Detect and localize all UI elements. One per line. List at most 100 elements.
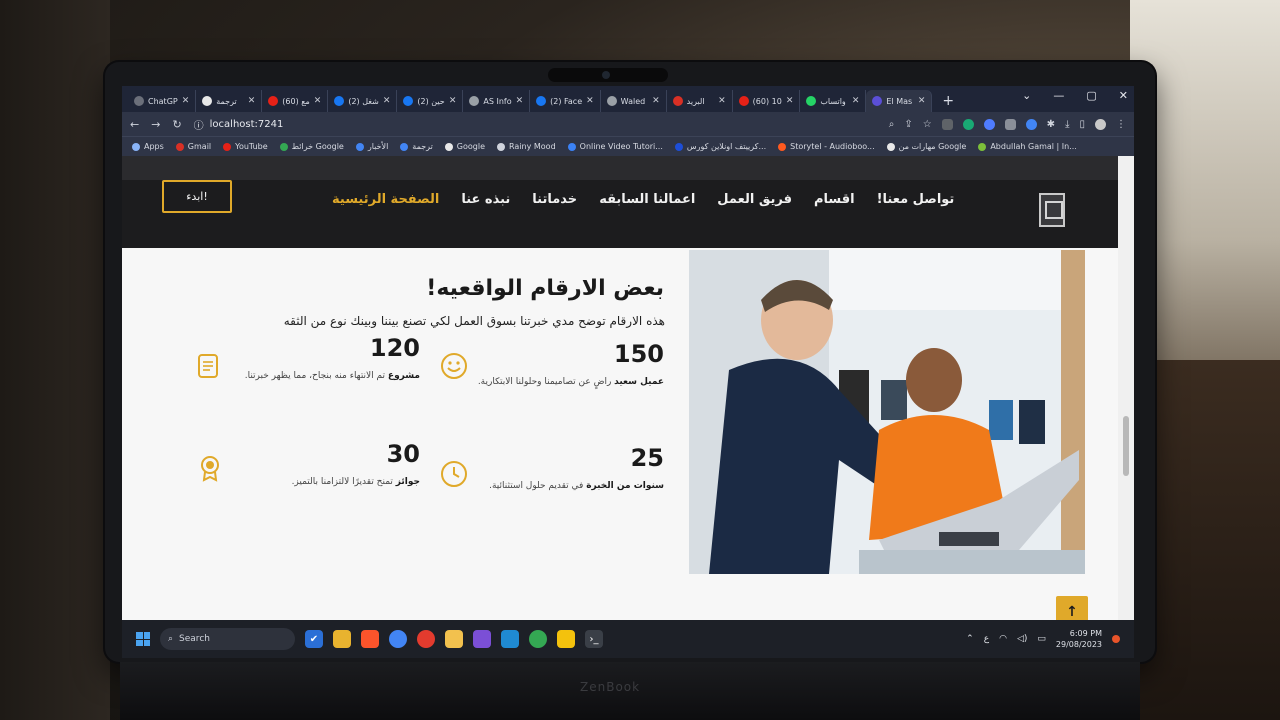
close-tab-icon[interactable]: ✕ — [586, 96, 594, 106]
chrome-active-icon[interactable] — [529, 630, 547, 648]
start-button[interactable]: ابدء! — [162, 180, 232, 213]
taskbar-search[interactable]: ⌕ Search — [160, 628, 295, 650]
browser-tab[interactable]: واتساب ✕ — [800, 90, 867, 112]
download-icon[interactable]: ⤓ — [1065, 119, 1069, 130]
bookmark-item[interactable]: خرائط Google — [279, 142, 344, 151]
language-indicator[interactable]: ع — [984, 634, 989, 644]
browser-tab[interactable]: (60) مع ✕ — [262, 90, 329, 112]
tab-label: AS Info — [483, 96, 512, 106]
battery-icon[interactable]: ▭ — [1037, 634, 1046, 644]
forward-button[interactable]: → — [151, 118, 160, 131]
wifi-icon[interactable]: ◠ — [999, 634, 1007, 644]
bookmark-star-icon[interactable]: ☆ — [923, 119, 932, 130]
browser-tab[interactable]: El Mas ✕ — [866, 90, 933, 112]
bookmark-item[interactable]: Storytel - Audioboo... — [778, 142, 875, 151]
browser-tab[interactable]: (2) حين ✕ — [397, 90, 464, 112]
menu-icon[interactable]: ⋮ — [1116, 119, 1126, 130]
maximize-button[interactable]: ▢ — [1086, 89, 1096, 102]
start-menu-icon[interactable] — [136, 632, 150, 646]
scroll-to-top-button[interactable]: ↑ — [1056, 596, 1088, 620]
browser-tab[interactable]: ChatGP ✕ — [128, 90, 197, 112]
sidebar-icon[interactable]: ▯ — [1079, 119, 1085, 130]
google-icon — [202, 96, 213, 106]
opera-icon[interactable] — [417, 630, 435, 648]
close-tab-icon[interactable]: ✕ — [652, 96, 660, 106]
bookmark-item[interactable]: Google — [444, 142, 485, 151]
page-scrollbar[interactable] — [1118, 156, 1134, 620]
bookmark-item[interactable]: Online Video Tutori... — [567, 142, 663, 151]
reload-button[interactable]: ↻ — [172, 118, 181, 131]
scrollbar-thumb[interactable] — [1123, 416, 1129, 476]
nav-link[interactable]: فريق العمل — [717, 192, 792, 207]
volume-icon[interactable]: ◁) — [1017, 634, 1027, 644]
site-info-icon[interactable]: ⓘ — [194, 117, 204, 132]
extensions-puzzle-icon[interactable]: ✱ — [1047, 119, 1055, 130]
close-tab-icon[interactable]: ✕ — [314, 96, 322, 106]
browser-tab[interactable]: AS Info ✕ — [463, 90, 531, 112]
extension-icon[interactable] — [1025, 118, 1037, 130]
extension-icon[interactable] — [1004, 118, 1016, 130]
terminal-icon[interactable]: ›_ — [585, 630, 603, 648]
close-tab-icon[interactable]: ✕ — [516, 96, 524, 106]
chevron-up-icon[interactable]: ⌃ — [966, 634, 974, 644]
clock[interactable]: 6:09 PM 29/08/2023 — [1056, 628, 1102, 650]
bookmark-label: Abdullah Gamal | In... — [990, 142, 1077, 151]
grammarly-icon[interactable] — [962, 118, 974, 130]
close-tab-icon[interactable]: ✕ — [449, 96, 457, 106]
brave-icon[interactable] — [361, 630, 379, 648]
bookmark-item[interactable]: YouTube — [223, 142, 268, 151]
paint-icon[interactable] — [445, 630, 463, 648]
bookmark-item[interactable]: مهارات من Google — [886, 142, 966, 151]
bookmark-item[interactable]: ترجمة — [400, 142, 433, 151]
chrome-icon[interactable] — [389, 630, 407, 648]
close-tab-icon[interactable]: ✕ — [718, 96, 726, 106]
site-navbar: ابدء! الصفحة الرئيسية نبذه عنا خدماتنا اعما… — [122, 156, 1118, 248]
vscode-icon[interactable] — [501, 630, 519, 648]
nav-link[interactable]: تواصل معنا! — [877, 192, 955, 207]
stat-label: عميل سعيد — [614, 377, 664, 387]
close-tab-icon[interactable]: ✕ — [852, 96, 860, 106]
sticky-notes-icon[interactable] — [557, 630, 575, 648]
browser-tab[interactable]: (60) 10 ✕ — [733, 90, 801, 112]
bookmark-item[interactable]: Abdullah Gamal | In... — [978, 142, 1077, 151]
notification-icon[interactable] — [1112, 635, 1120, 643]
minimize-button[interactable]: — — [1053, 89, 1064, 102]
nav-link[interactable]: خدماتنا — [532, 192, 577, 207]
browser-tab[interactable]: Waled ✕ — [601, 90, 667, 112]
bookmark-item[interactable]: Apps — [132, 142, 164, 151]
close-window-button[interactable]: ✕ — [1119, 89, 1128, 102]
browser-tab[interactable]: (2) شغل ✕ — [328, 90, 398, 112]
bookmark-item[interactable]: Gmail — [175, 142, 211, 151]
tab-search-icon[interactable]: ⌄ — [1022, 89, 1031, 102]
file-explorer-icon[interactable] — [333, 630, 351, 648]
share-icon[interactable]: ⇪ — [904, 119, 912, 130]
bookmark-item[interactable]: كرييتف اونلاين كورس... — [674, 142, 766, 151]
browser-tab[interactable]: (2) Face ✕ — [530, 90, 601, 112]
extension-icon[interactable] — [941, 118, 953, 130]
todo-icon[interactable]: ✔ — [305, 630, 323, 648]
browser-tab[interactable]: ترجمة ✕ — [196, 90, 263, 112]
zoom-icon[interactable]: ⌕ — [889, 119, 895, 130]
bookmark-item[interactable]: الأخبار — [355, 142, 388, 151]
browser-tab[interactable]: البريد ✕ — [667, 90, 733, 112]
new-tab-button[interactable]: + — [932, 90, 964, 112]
close-tab-icon[interactable]: ✕ — [918, 96, 926, 106]
close-tab-icon[interactable]: ✕ — [786, 96, 794, 106]
nav-link[interactable]: اعمالنا السابقه — [599, 192, 695, 207]
url-field[interactable]: ⓘ localhost:7241 — [194, 117, 284, 132]
back-button[interactable]: ← — [130, 118, 139, 131]
clock-time: 6:09 PM — [1069, 629, 1102, 638]
site-logo[interactable] — [1039, 193, 1065, 227]
bookmark-item[interactable]: Rainy Mood — [497, 142, 556, 151]
visual-studio-icon[interactable] — [473, 630, 491, 648]
close-tab-icon[interactable]: ✕ — [383, 96, 391, 106]
search-label: Search — [179, 634, 210, 644]
profile-avatar[interactable] — [1095, 118, 1106, 130]
nav-link[interactable]: الصفحة الرئيسية — [332, 192, 439, 207]
extension-icon[interactable] — [983, 118, 995, 130]
close-tab-icon[interactable]: ✕ — [248, 96, 256, 106]
close-tab-icon[interactable]: ✕ — [182, 96, 190, 106]
nav-link[interactable]: نبذه عنا — [461, 192, 510, 207]
bookmark-label: خرائط Google — [291, 142, 344, 151]
nav-link[interactable]: اقسام — [814, 192, 855, 207]
